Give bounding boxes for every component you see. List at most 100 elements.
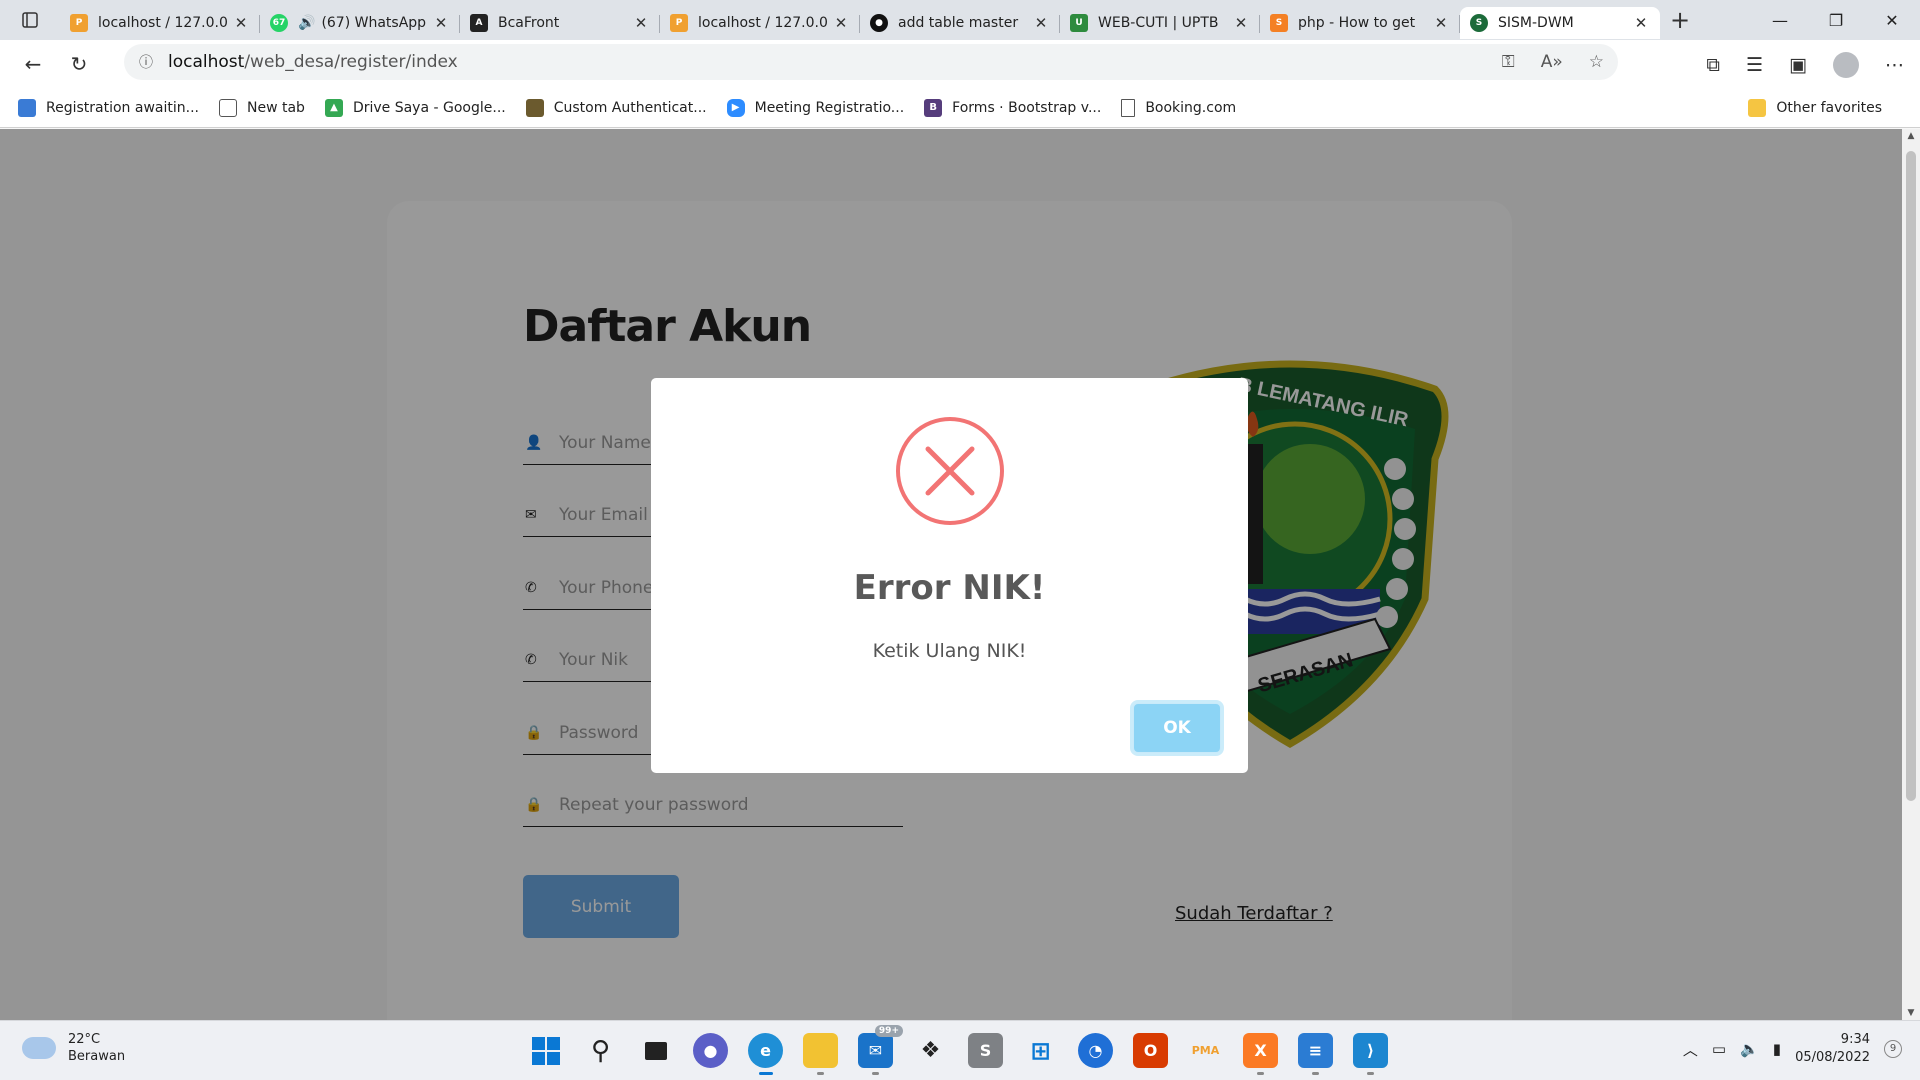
notepad-icon[interactable]: ≡ (1298, 1033, 1333, 1075)
browser-tab[interactable]: P localhost / 127.0.0 ✕ (60, 7, 260, 39)
weather-desc: Berawan (68, 1049, 126, 1064)
browser-tab[interactable]: 67 🔊 (67) WhatsApp ✕ (260, 7, 460, 39)
xampp-icon[interactable]: X (1243, 1033, 1278, 1075)
file-explorer-icon[interactable] (803, 1033, 838, 1075)
bookmark-label: Custom Authenticat... (553, 99, 707, 116)
scroll-down-icon[interactable]: ▼ (1902, 1008, 1920, 1018)
favorites-icon[interactable]: ☰ (1746, 54, 1763, 76)
tab-title: localhost / 127.0.0 (698, 15, 828, 31)
volume-icon[interactable]: 🔈 (1740, 1040, 1759, 1058)
bookmark-item[interactable]: ▲ Drive Saya - Google... (324, 98, 506, 117)
bookmark-item[interactable]: B Forms · Bootstrap v... (924, 98, 1101, 117)
back-button[interactable]: ← (10, 44, 56, 84)
tab-bar: P localhost / 127.0.0 ✕ 67 🔊 (67) WhatsA… (0, 0, 1920, 40)
url-text[interactable]: localhost/web_desa/register/index (168, 52, 458, 72)
more-menu-icon[interactable]: ⋯ (1885, 54, 1904, 76)
edge-browser-icon[interactable]: e (748, 1033, 783, 1075)
close-icon[interactable]: ✕ (1032, 14, 1050, 32)
sublime-icon[interactable]: S (968, 1033, 1003, 1068)
angular-icon: A (470, 14, 488, 32)
chat-icon[interactable]: ● (693, 1033, 728, 1068)
new-tab-button[interactable]: + (1660, 6, 1700, 34)
modal-title: Error NIK! (853, 568, 1046, 608)
tab-title: add table master (898, 15, 1019, 31)
dropbox-icon[interactable]: ❖ (913, 1033, 948, 1068)
phpmyadmin-icon[interactable]: PMA (1188, 1033, 1223, 1068)
bookmark-item[interactable]: Booking.com (1121, 98, 1236, 117)
phpmyadmin-icon: P (670, 14, 688, 32)
tab-actions-button[interactable] (0, 0, 60, 40)
bookmark-label: New tab (246, 99, 305, 116)
browser-tab[interactable]: S php - How to get ✕ (1260, 7, 1460, 39)
bookmarks-bar: Registration awaitin... New tab ▲ Drive S… (0, 88, 1920, 128)
mail-icon[interactable]: ✉ 99+ (858, 1025, 903, 1075)
collections-icon[interactable]: ▣ (1789, 54, 1807, 76)
weather-widget[interactable]: 22°C Berawan (22, 1031, 125, 1065)
chevron-up-icon[interactable]: ︿ (1683, 1039, 1698, 1060)
minimize-button[interactable]: — (1752, 0, 1808, 40)
network-icon[interactable]: ▭ (1712, 1040, 1726, 1058)
bookmark-item[interactable]: ▶ Meeting Registratio... (726, 98, 904, 117)
bookmark-item[interactable]: Registration awaitin... (18, 98, 199, 117)
task-view-icon[interactable] (638, 1033, 673, 1068)
close-icon[interactable]: ✕ (1232, 14, 1250, 32)
scroll-up-icon[interactable]: ▲ (1902, 131, 1920, 141)
browser-tab[interactable]: P localhost / 127.0.0 ✕ (660, 7, 860, 39)
read-aloud-icon[interactable]: A» (1541, 52, 1563, 72)
browser-tab-active[interactable]: S SISM-DWM ✕ (1460, 7, 1660, 39)
window-controls: — ❐ ✕ (1752, 0, 1920, 40)
notification-badge[interactable]: 9 (1884, 1040, 1902, 1058)
page-scrollbar[interactable]: ▲ ▼ (1902, 129, 1920, 1020)
bookmark-label: Registration awaitin... (46, 99, 199, 116)
close-window-button[interactable]: ✕ (1864, 0, 1920, 40)
search-icon[interactable]: ⚲ (583, 1033, 618, 1068)
site-info-icon[interactable]: ⓘ (124, 52, 168, 72)
browser-tab[interactable]: ● add table master ✕ (860, 7, 1060, 39)
scrollbar-thumb[interactable] (1906, 151, 1916, 801)
add-favorite-icon[interactable]: ☆ (1589, 52, 1604, 72)
stackoverflow-icon: S (1270, 14, 1288, 32)
close-icon[interactable]: ✕ (1632, 14, 1650, 32)
browser-tab[interactable]: A BcaFront ✕ (460, 7, 660, 39)
vscode-icon[interactable]: ⟩ (1353, 1033, 1388, 1075)
close-icon[interactable]: ✕ (432, 14, 450, 32)
refresh-button[interactable]: ↻ (56, 44, 102, 84)
close-icon[interactable]: ✕ (832, 14, 850, 32)
ok-button[interactable]: OK (1133, 703, 1221, 753)
close-icon[interactable]: ✕ (232, 14, 250, 32)
key-icon[interactable]: ⚿ (1502, 52, 1515, 72)
weather-temp: 22°C (68, 1032, 101, 1047)
clock-date: 05/08/2022 (1795, 1050, 1870, 1065)
clock-time: 9:34 (1840, 1032, 1870, 1047)
store-icon[interactable]: ⊞ (1023, 1033, 1058, 1068)
cloud-icon (22, 1037, 56, 1059)
bookmark-item[interactable]: Custom Authenticat... (525, 98, 707, 117)
tab-title: localhost / 127.0.0 (98, 15, 228, 31)
google-drive-icon: ▲ (324, 98, 343, 117)
new-tab-icon (218, 98, 237, 117)
app-icon[interactable]: ◔ (1078, 1033, 1113, 1068)
modal-message: Ketik Ulang NIK! (872, 640, 1027, 662)
folder-icon (1748, 98, 1767, 117)
phpmyadmin-icon: P (70, 14, 88, 32)
back-arrow-icon: ← (24, 52, 42, 76)
office-icon[interactable]: O (1133, 1033, 1168, 1068)
close-icon[interactable]: ✕ (632, 14, 650, 32)
speaker-icon[interactable]: 🔊 (298, 15, 315, 31)
bookmark-item[interactable]: New tab (218, 98, 305, 117)
uptb-icon: U (1070, 14, 1088, 32)
bookmark-icon (525, 98, 544, 117)
windows-taskbar: 22°C Berawan ⚲ ● e ✉ 99+ ❖ S ⊞ ◔ O PMA X … (0, 1020, 1920, 1080)
close-icon[interactable]: ✕ (1432, 14, 1450, 32)
other-favorites[interactable]: Other favorites (1748, 98, 1882, 117)
profile-avatar[interactable] (1833, 52, 1859, 78)
clock[interactable]: 9:34 05/08/2022 (1795, 1031, 1870, 1067)
restore-button[interactable]: ❐ (1808, 0, 1864, 40)
address-bar[interactable]: ⓘ localhost/web_desa/register/index ⚿ A»… (124, 44, 1618, 80)
extensions-icon[interactable]: ⧉ (1706, 54, 1720, 76)
bookmark-icon (18, 98, 36, 117)
battery-icon[interactable]: ▮ (1773, 1040, 1781, 1058)
address-row: ← ↻ ⓘ localhost/web_desa/register/index … (0, 40, 1920, 88)
browser-tab[interactable]: U WEB-CUTI | UPTB ✕ (1060, 7, 1260, 39)
start-icon[interactable] (528, 1033, 563, 1068)
